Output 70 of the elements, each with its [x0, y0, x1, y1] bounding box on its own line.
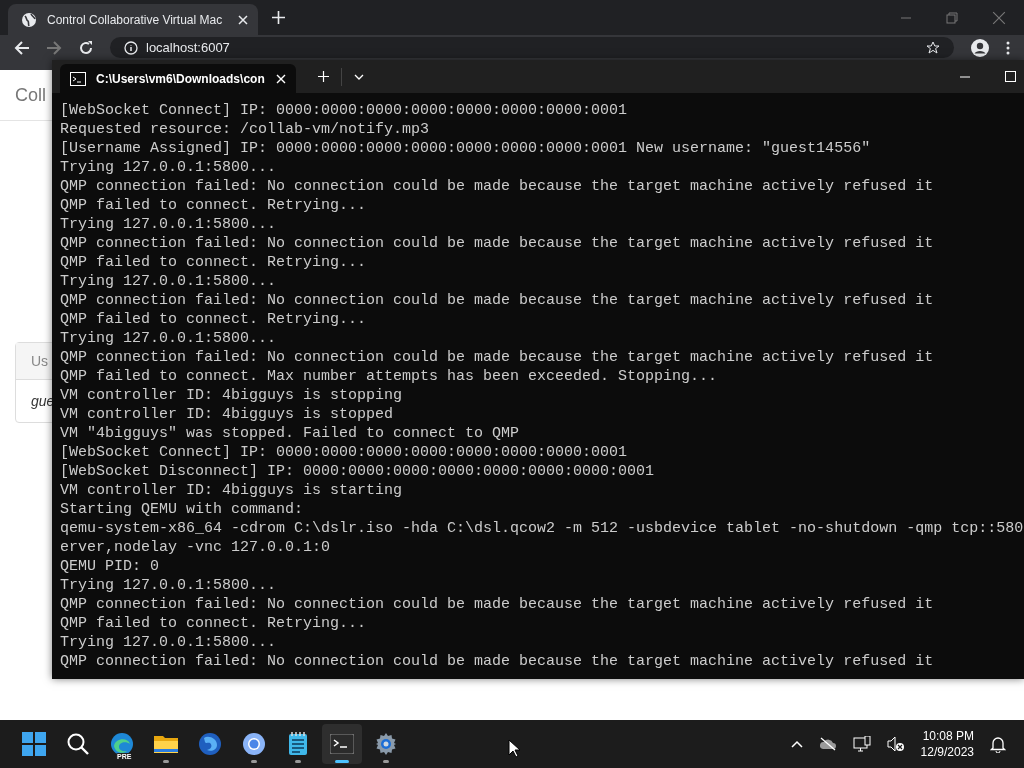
console-line: QMP connection failed: No connection could be made because the target machine actively refused it: [60, 652, 934, 671]
console-line: QMP failed to connect. Retrying...: [60, 253, 367, 272]
maximize-icon[interactable]: [1005, 71, 1016, 82]
menu-icon[interactable]: [1006, 40, 1010, 55]
speaker-muted-icon[interactable]: [886, 736, 905, 752]
taskbar-app[interactable]: [322, 724, 362, 764]
globe-swirl-icon: [198, 732, 222, 756]
console-line: VM "4bigguys" was stopped. Failed to connect to QMP: [60, 424, 520, 443]
mouse-cursor-icon: [508, 739, 520, 758]
time-text: 10:08 PM: [922, 728, 974, 744]
console-line: qemu-system-x86_64 -cdrom C:\dslr.iso -hda C:\dsl.qcow2 -m 512 -usbdevice tablet -no-shutdown -qmp tcp::580: [60, 519, 1024, 538]
console-line: QEMU PID: 0: [60, 557, 160, 576]
monitor-icon[interactable]: [852, 736, 871, 752]
chevron-up-icon[interactable]: [790, 740, 803, 748]
console-line: Starting QEMU with command:: [60, 500, 304, 519]
console-line: [Username Assigned] IP: 0000:0000:0000:0000:0000:0000:0000:0001 New username: "guest14556": [60, 139, 871, 158]
console-line: [WebSocket Connect] IP: 0000:0000:0000:0000:0000:0000:0000:0001: [60, 101, 628, 120]
console-line: QMP failed to connect. Retrying...: [60, 310, 367, 329]
page-title: Coll: [15, 84, 46, 106]
console-line: QMP connection failed: No connection could be made because the target machine actively refused it: [60, 595, 934, 614]
back-icon[interactable]: [14, 39, 30, 56]
search-icon: [66, 732, 90, 756]
star-icon[interactable]: [926, 40, 940, 55]
url-text: localhost:6007: [146, 40, 230, 55]
console-line: QMP failed to connect. Retrying...: [60, 614, 367, 633]
tab-title: Control Collaborative Virtual Mac: [47, 12, 224, 27]
date-text: 12/9/2023: [920, 744, 974, 760]
clock[interactable]: 10:08 PM 12/9/2023: [920, 728, 974, 760]
console-line: Trying 127.0.0.1:5800...: [60, 215, 277, 234]
dropdown-icon[interactable]: [354, 73, 364, 80]
console-line: Trying 127.0.0.1:5800...: [60, 272, 277, 291]
tab-title: C:\Users\vm6\Downloads\con: [96, 71, 266, 86]
info-icon: [124, 40, 138, 55]
folder-icon: [153, 733, 179, 755]
console-line: VM controller ID: 4bigguys is stopping: [60, 386, 403, 405]
bell-icon[interactable]: [990, 735, 1006, 753]
reload-icon[interactable]: [78, 39, 94, 56]
console-icon: [70, 71, 86, 86]
console-line: [WebSocket Disconnect] IP: 0000:0000:0000:0000:0000:0000:0000:0001: [60, 462, 655, 481]
console-line: Trying 127.0.0.1:5800...: [60, 633, 277, 652]
terminal-tab[interactable]: C:\Users\vm6\Downloads\con: [60, 64, 296, 93]
globe-icon: [21, 11, 37, 28]
terminal-icon: [330, 734, 354, 754]
console-line: VM controller ID: 4bigguys is starting: [60, 481, 403, 500]
restore-icon[interactable]: [946, 11, 958, 24]
console-line: QMP connection failed: No connection could be made because the target machine actively refused it: [60, 348, 934, 367]
console-line: Trying 127.0.0.1:5800...: [60, 576, 277, 595]
console-line: VM controller ID: 4bigguys is stopped: [60, 405, 394, 424]
address-field[interactable]: localhost:6007: [110, 37, 954, 58]
browser-tab[interactable]: Control Collaborative Virtual Mac: [8, 4, 258, 35]
console-line: Trying 127.0.0.1:5800...: [60, 329, 277, 348]
console-line: QMP connection failed: No connection could be made because the target machine actively refused it: [60, 234, 934, 253]
new-tab-icon[interactable]: [272, 11, 285, 24]
cloud-off-icon[interactable]: [818, 737, 837, 751]
forward-icon[interactable]: [46, 39, 62, 56]
profile-icon[interactable]: [970, 37, 990, 58]
settings-icon: [374, 732, 398, 756]
console-line: erver,nodelay -vnc 127.0.0.1:0: [60, 538, 331, 557]
console-line: QMP connection failed: No connection could be made because the target machine actively refused it: [60, 291, 934, 310]
ring-icon: [242, 732, 266, 756]
windows-icon: [22, 732, 46, 756]
console-line: QMP failed to connect. Max number attempts has been exceeded. Stopping...: [60, 367, 718, 386]
card-label: Us: [31, 353, 49, 369]
console-line: [WebSocket Connect] IP: 0000:0000:0000:0000:0000:0000:0000:0001: [60, 443, 628, 462]
console-line: Trying 127.0.0.1:5800...: [60, 158, 277, 177]
console-line: QMP failed to connect. Retrying...: [60, 196, 367, 215]
notepad-icon: [288, 732, 308, 756]
console-line: QMP connection failed: No connection could be made because the target machine actively refused it: [60, 177, 934, 196]
edge-swirl-icon: [110, 732, 134, 756]
console-line: Requested resource: /collab-vm/notify.mp3: [60, 120, 430, 139]
